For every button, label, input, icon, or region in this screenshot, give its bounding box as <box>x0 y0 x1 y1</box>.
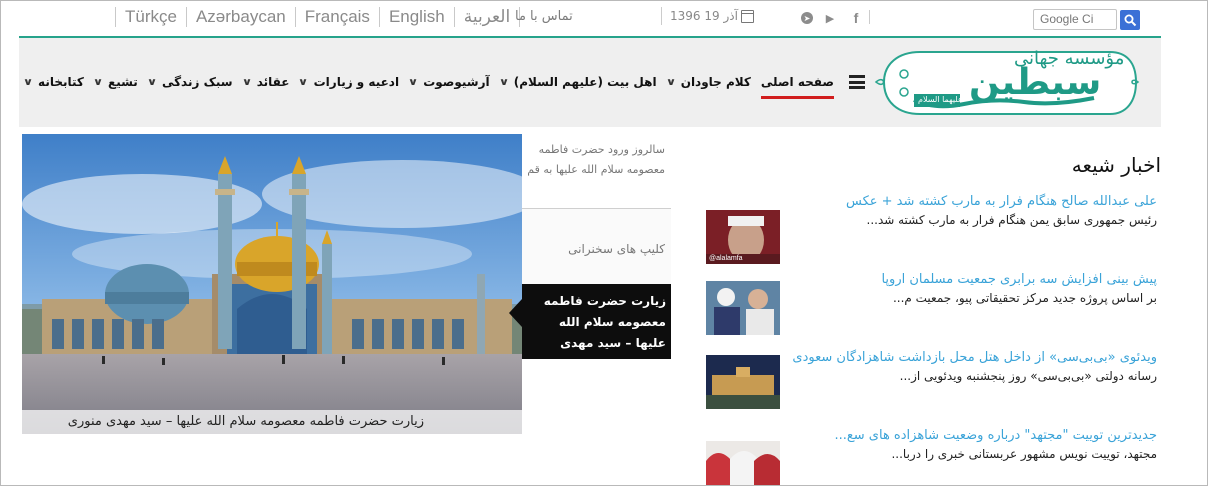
logo-main-text: سبطین <box>969 62 1102 103</box>
news-summary: رسانه دولتی «بی‌بی‌سی» روز پنجشنبه ویدئو… <box>899 369 1157 383</box>
slider-thumb-active[interactable]: زیارت حضرت فاطمه معصومه سلام الله علیها … <box>522 284 671 371</box>
nav-label: صفحه اصلی <box>760 75 834 89</box>
news-section-title: اخبار شیعه <box>1071 153 1161 177</box>
main-nav: صفحه اصلی کلام جاودان ∨ اهل بیت (علیهم ا… <box>14 72 835 99</box>
youtube-icon[interactable]: ▶ <box>821 9 839 27</box>
nav-item-beliefs[interactable]: عقائد ∨ <box>241 75 290 89</box>
facebook-icon[interactable]: f <box>847 9 865 27</box>
news-thumb[interactable] <box>706 281 780 335</box>
news-summary: مجتهد، توییت نویس مشهور عربستانی خبری را… <box>891 447 1157 461</box>
chevron-down-icon: ∨ <box>92 76 104 88</box>
browser-viewport: Türkçe Azərbaycan Français English العرب… <box>0 0 1208 486</box>
slider-thumbnails: سالروز ورود حضرت فاطمه معصومه سلام الله … <box>522 134 671 371</box>
news-item: @alalamfa علی عبدالله صالح هنگام فرار به… <box>701 193 1161 271</box>
nav-item-audio-archive[interactable]: آرشیوصوت ∨ <box>407 75 490 89</box>
lang-link-english[interactable]: English <box>378 7 454 27</box>
nav-label: ادعیه و زیارات <box>313 75 400 89</box>
lang-link-azerbaijani[interactable]: Azərbaycan <box>185 7 295 27</box>
nav-item-prayers[interactable]: ادعیه و زیارات ∨ <box>298 75 400 89</box>
news-item: ویدئوی «بی‌بی‌سی» از داخل هتل محل بازداش… <box>701 349 1161 427</box>
lang-link-arabic[interactable]: العربية <box>453 7 521 27</box>
nav-label: آرشیوصوت <box>423 75 490 89</box>
site-logo[interactable]: مؤسسه جهانی سبطین علیهما السلام <box>874 44 1146 121</box>
featured-slider-image[interactable]: زیارت حضرت فاطمه معصومه سلام الله علیها … <box>22 134 522 434</box>
search-icon <box>1124 14 1136 26</box>
site-header: مؤسسه جهانی سبطین علیهما السلام صفحه اصل… <box>19 38 1161 127</box>
news-list: @alalamfa علی عبدالله صالح هنگام فرار به… <box>701 193 1161 485</box>
chevron-down-icon: ∨ <box>407 76 419 88</box>
date-display: آذر 19 1396 <box>661 7 754 25</box>
nav-label: اهل بیت (علیهم السلام) <box>513 75 657 89</box>
nav-item-home[interactable]: صفحه اصلی <box>760 75 835 99</box>
nav-item-ahlulbayt[interactable]: اهل بیت (علیهم السلام) ∨ <box>498 75 657 89</box>
telegram-icon[interactable]: ➤ <box>801 12 813 24</box>
news-title-link[interactable]: علی عبدالله صالح هنگام فرار به مارب کشته… <box>777 194 1157 209</box>
nav-item-eternal-word[interactable]: کلام جاودان ∨ <box>665 75 751 89</box>
chevron-down-icon: ∨ <box>665 76 676 88</box>
news-item: پیش بینی افزایش سه برابری جمعیت مسلمان ا… <box>701 271 1161 349</box>
active-thumb-pointer <box>509 299 522 327</box>
divider <box>869 10 870 24</box>
news-item: جدیدترین توییت "مجتهد" درباره وضعیت شاهز… <box>701 427 1161 485</box>
news-title-link[interactable]: جدیدترین توییت "مجتهد" درباره وضعیت شاهز… <box>777 428 1157 443</box>
chevron-down-icon: ∨ <box>241 76 252 88</box>
calendar-icon <box>740 9 754 23</box>
news-thumb[interactable] <box>706 441 780 485</box>
news-summary: رئیس جمهوری سابق یمن هنگام فرار به مارب … <box>866 213 1158 227</box>
top-bar: Türkçe Azərbaycan Français English العرب… <box>1 1 1207 35</box>
news-thumb[interactable]: @alalamfa <box>706 210 780 264</box>
shrine-photo <box>22 134 522 434</box>
menu-icon[interactable] <box>849 75 865 89</box>
nav-label: کتابخانه <box>38 75 84 89</box>
chevron-down-icon: ∨ <box>22 76 34 88</box>
nav-item-library[interactable]: کتابخانه ∨ <box>22 75 84 89</box>
social-links: ➤ ▶ f <box>801 9 873 27</box>
nav-label: تشیع <box>108 75 138 89</box>
thumb-watermark: @alalamfa <box>709 255 743 262</box>
nav-item-lifestyle[interactable]: سبک زندگی ∨ <box>146 75 233 89</box>
chevron-down-icon: ∨ <box>298 76 309 88</box>
contact-link[interactable]: تماس با ما <box>515 9 573 24</box>
nav-label: سبک زندگی <box>161 75 233 89</box>
slider-thumb-2[interactable]: کلیپ های سخنرانی <box>522 209 671 284</box>
nav-label: عقائد <box>256 75 290 89</box>
logo-sub-text: علیهما السلام <box>918 95 963 104</box>
search-button[interactable] <box>1120 10 1140 30</box>
search-input[interactable]: Google Ci <box>1033 9 1117 30</box>
lang-link-turkish[interactable]: Türkçe <box>115 7 186 27</box>
slider-caption: زیارت حضرت فاطمه معصومه سلام الله علیها … <box>22 410 522 434</box>
lang-link-french[interactable]: Français <box>294 7 379 27</box>
date-text: آذر 19 1396 <box>670 9 738 23</box>
slider-thumb-1[interactable]: سالروز ورود حضرت فاطمه معصومه سلام الله … <box>522 134 671 209</box>
nav-label: کلام جاودان <box>680 75 751 89</box>
news-title-link[interactable]: ویدئوی «بی‌بی‌سی» از داخل هتل محل بازداش… <box>697 350 1157 365</box>
nav-item-shia[interactable]: تشیع ∨ <box>92 75 138 89</box>
chevron-down-icon: ∨ <box>498 76 509 88</box>
language-switcher: Türkçe Azərbaycan Français English العرب… <box>115 5 521 29</box>
chevron-down-icon: ∨ <box>146 76 158 88</box>
news-photo <box>706 441 780 485</box>
news-photo <box>706 281 780 335</box>
news-title-link[interactable]: پیش بینی افزایش سه برابری جمعیت مسلمان ا… <box>777 272 1157 287</box>
news-summary: بر اساس پروژه جدید مرکز تحقیقاتی پیو، جم… <box>892 291 1157 305</box>
